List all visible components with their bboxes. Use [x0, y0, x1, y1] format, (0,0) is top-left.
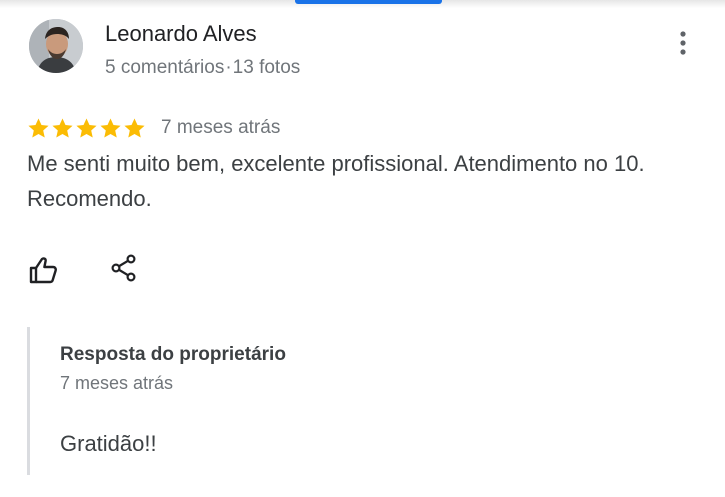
reviewer-name[interactable]: Leonardo Alves — [105, 21, 257, 47]
photos-count: 13 fotos — [232, 57, 301, 78]
owner-reply-date: 7 meses atrás — [60, 373, 174, 393]
like-button[interactable] — [26, 253, 60, 287]
star-rating — [27, 117, 146, 140]
star-icon — [76, 117, 97, 138]
reviewer-photo — [29, 19, 83, 73]
owner-reply: Resposta do proprietário 7 meses atrás G… — [27, 327, 690, 475]
more-options-button[interactable] — [668, 28, 698, 58]
owner-reply-text: Gratidão!! — [60, 431, 157, 456]
review-date: 7 meses atrás — [161, 117, 281, 138]
share-icon — [111, 254, 136, 282]
star-icon — [52, 117, 73, 138]
star-icon — [28, 117, 49, 138]
star-icon — [100, 117, 121, 138]
review-rating: 7 meses atrás — [27, 114, 280, 142]
owner-reply-title: Resposta do proprietário — [60, 344, 286, 365]
more-vert-icon — [680, 31, 686, 55]
meta-separator: · — [225, 57, 232, 78]
share-button[interactable] — [107, 251, 141, 285]
active-tab-indicator — [295, 0, 442, 4]
reviewer-stats: 5 comentários·13 fotos — [105, 57, 300, 79]
thumb-up-icon — [29, 257, 57, 284]
avatar[interactable] — [29, 19, 83, 73]
comments-count: 5 comentários — [105, 57, 225, 78]
star-icon — [124, 117, 145, 138]
review-text: Me senti muito bem, excelente profission… — [27, 151, 645, 211]
